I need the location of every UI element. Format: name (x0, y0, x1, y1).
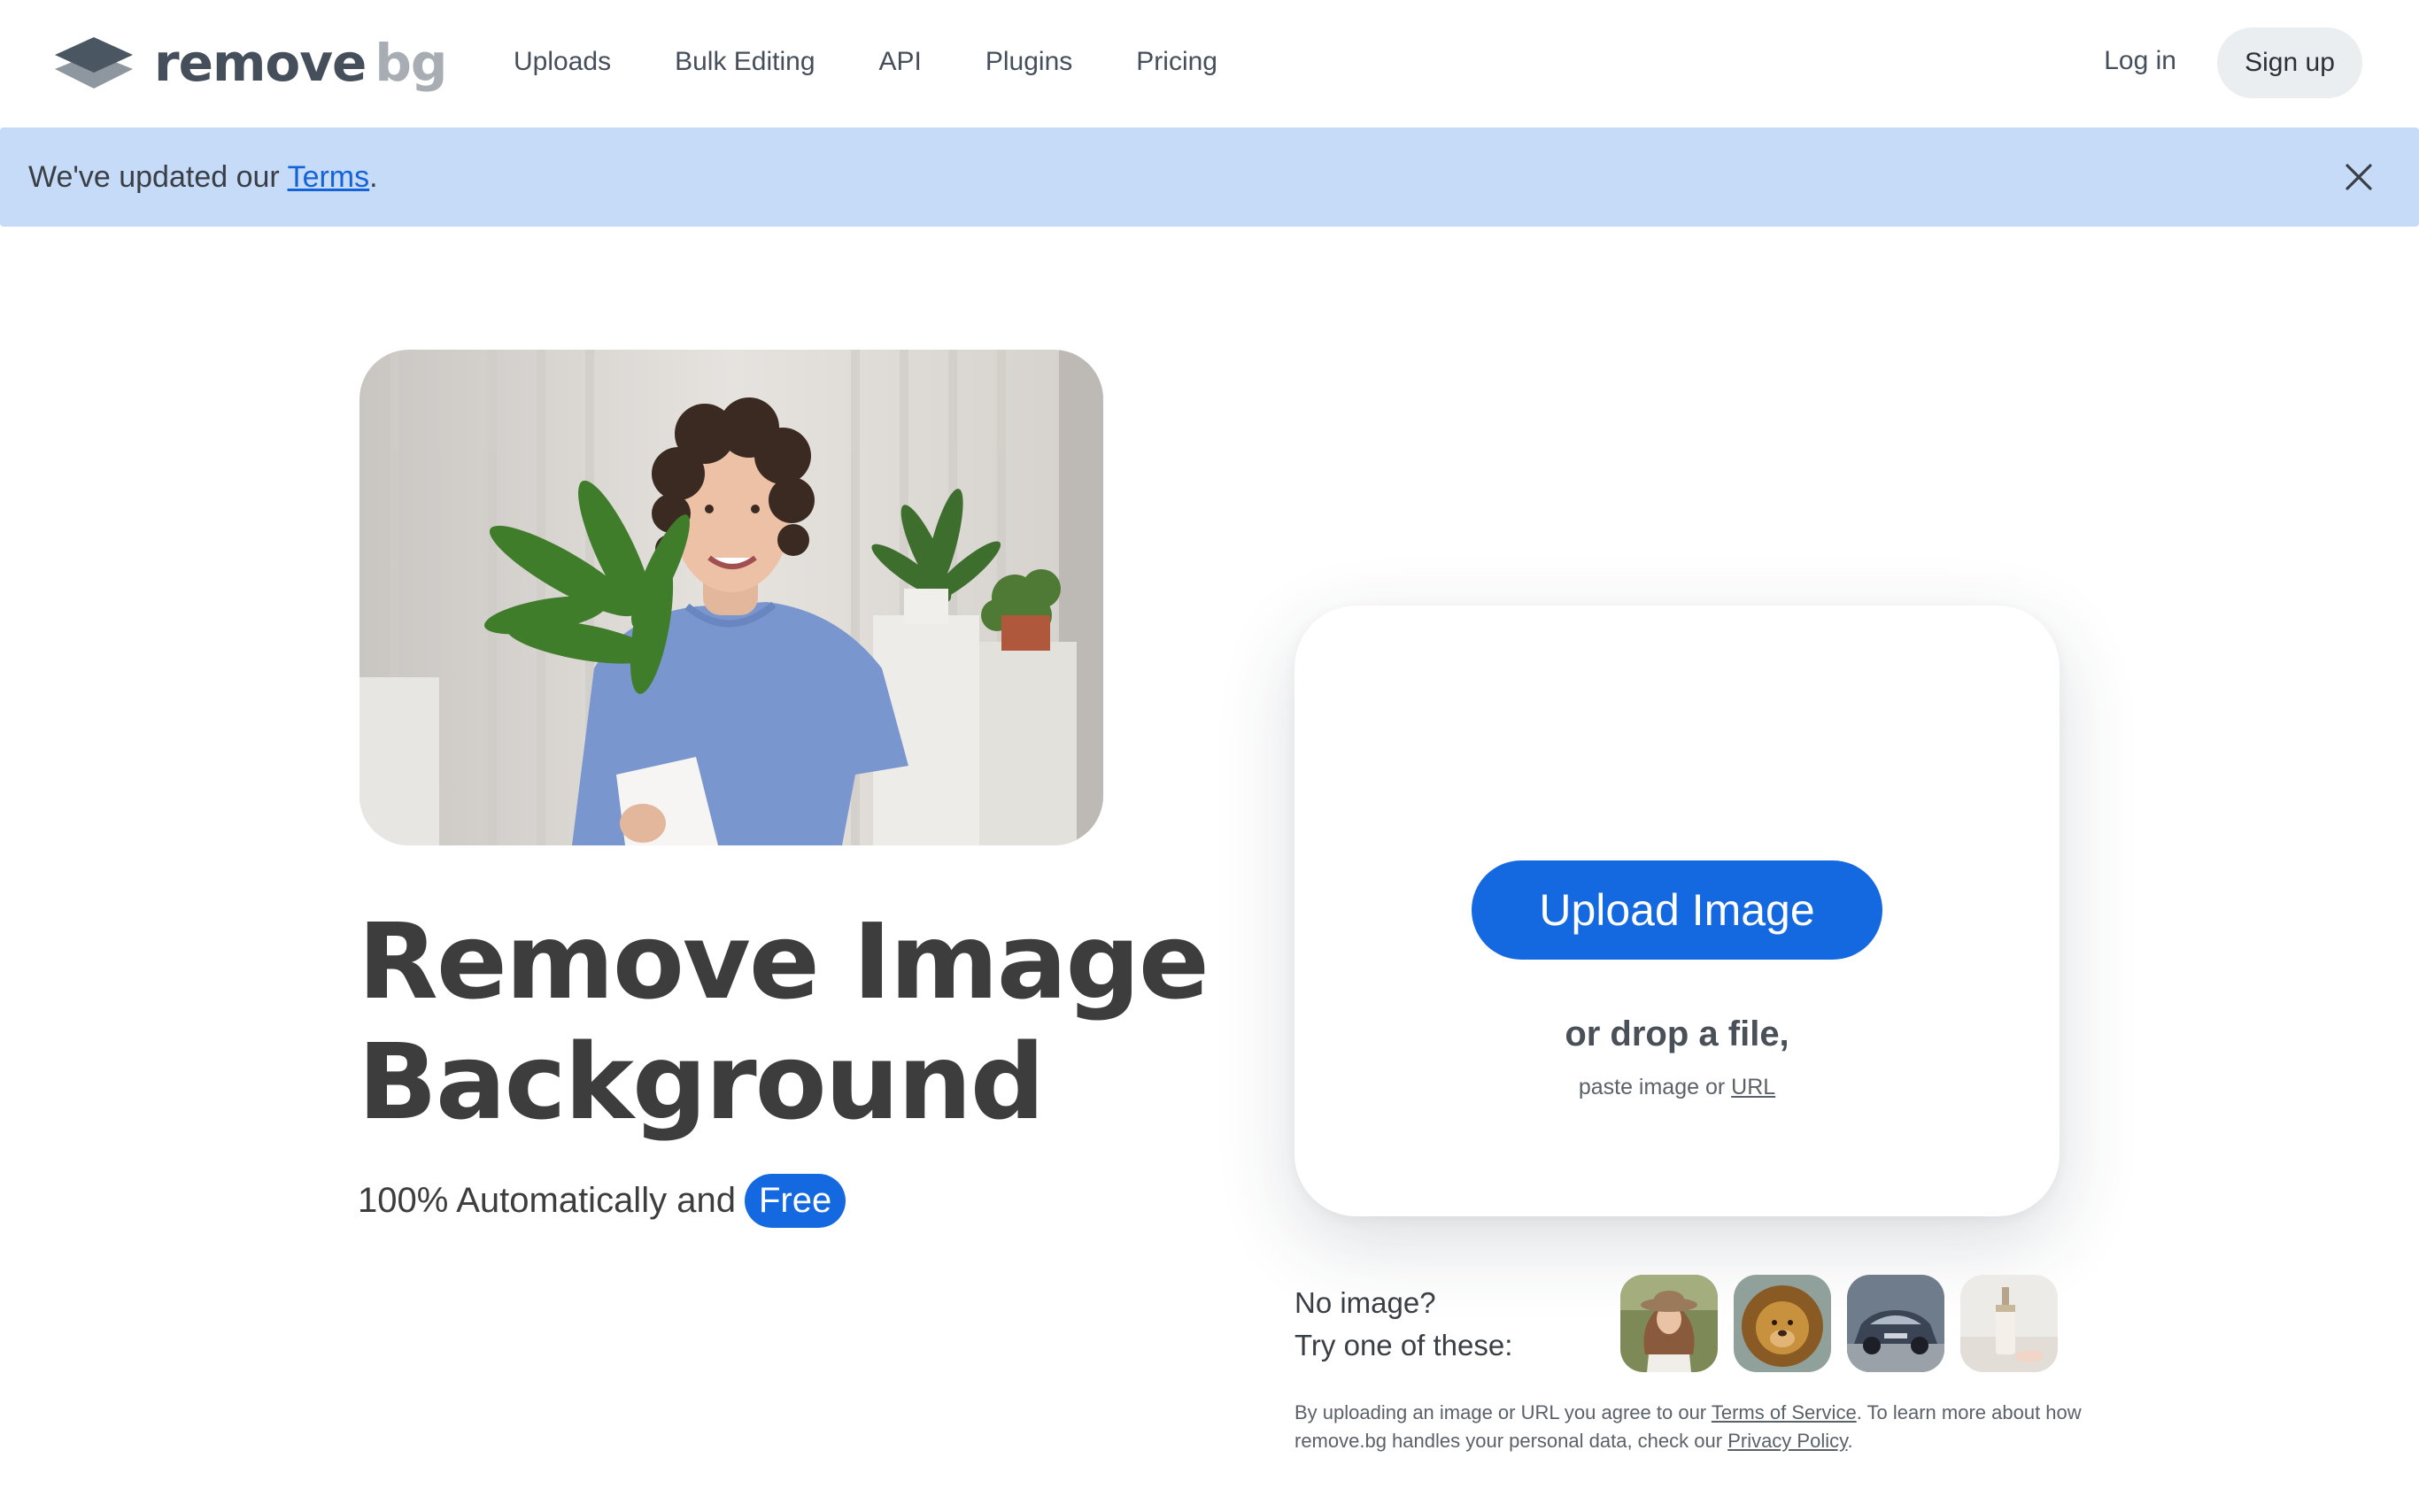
nav-bulk-editing[interactable]: Bulk Editing (675, 47, 815, 77)
drop-file-text: or drop a file, (1565, 1014, 1789, 1053)
free-badge: Free (744, 1173, 846, 1228)
banner-terms-link[interactable]: Terms (288, 160, 370, 194)
sample-prompt: No image? Try one of these: (1295, 1286, 1513, 1362)
sample-car[interactable] (1847, 1275, 1944, 1372)
nav-pricing[interactable]: Pricing (1136, 47, 1217, 77)
sample-lion[interactable] (1734, 1275, 1831, 1372)
close-icon[interactable] (2343, 161, 2375, 193)
sample-images (1620, 1275, 2074, 1372)
hero-title: Remove Image Background (358, 901, 1243, 1142)
hero-title-line1: Remove Image (358, 900, 1210, 1022)
layers-logo-icon (55, 37, 133, 89)
sample-woman-with-hat[interactable] (1620, 1275, 1718, 1372)
signup-button[interactable]: Sign up (2217, 27, 2362, 98)
login-link[interactable]: Log in (2104, 46, 2176, 76)
url-link[interactable]: URL (1731, 1075, 1775, 1099)
nav-uploads[interactable]: Uploads (514, 47, 611, 77)
hero-subtitle: 100% Automatically and Free (358, 1170, 846, 1230)
logo-text: remove bg (154, 33, 447, 93)
top-header: remove bg Uploads Bulk Editing API Plugin… (0, 0, 2419, 127)
privacy-policy-link[interactable]: Privacy Policy (1727, 1430, 1847, 1452)
hero-title-line2: Background (358, 1021, 1045, 1143)
main-nav: Uploads Bulk Editing API Plugins Pricing (514, 0, 1281, 124)
hero-photo-man-with-plant (359, 350, 1103, 845)
terms-banner: We've updated our Terms. (0, 127, 2419, 227)
legal-notice: By uploading an image or URL you agree t… (1295, 1401, 2082, 1452)
banner-message: We've updated our Terms. (28, 160, 378, 194)
nav-plugins[interactable]: Plugins (985, 47, 1072, 77)
upload-card[interactable]: Upload Image or drop a file, paste image… (1295, 606, 2060, 1216)
upload-image-button[interactable]: Upload Image (1472, 860, 1882, 960)
sample-cosmetic-bottle[interactable] (1960, 1275, 2058, 1372)
terms-of-service-link[interactable]: Terms of Service (1712, 1401, 1857, 1423)
nav-api[interactable]: API (879, 47, 922, 77)
paste-hint: paste image or URL (1578, 1075, 1776, 1099)
logo[interactable]: remove bg (53, 33, 447, 93)
